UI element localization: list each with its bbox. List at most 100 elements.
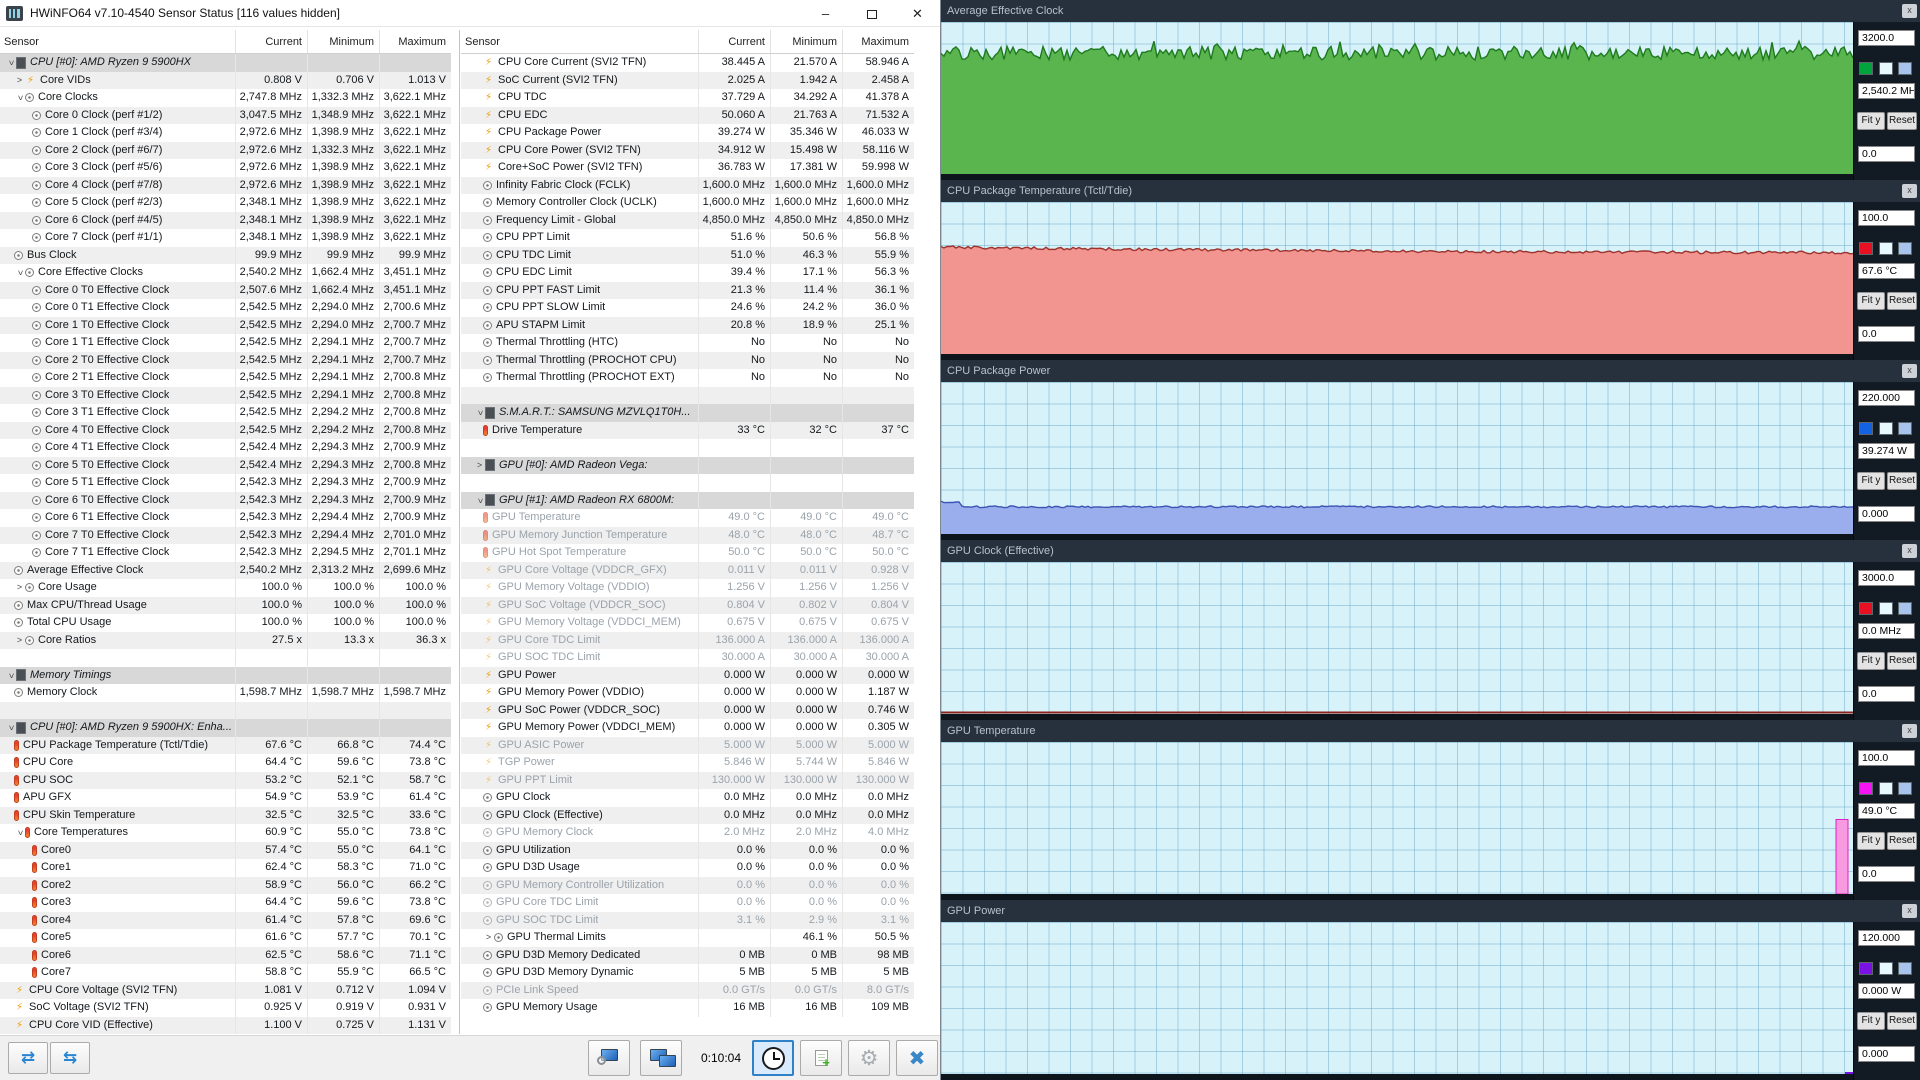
graph-close-button[interactable]: x: [1902, 544, 1917, 558]
expander-closed-icon[interactable]: >: [474, 457, 485, 475]
sensor-row[interactable]: CPU Core64.4 °C59.6 °C73.8 °C: [0, 754, 451, 772]
series-color-swatch[interactable]: [1859, 62, 1873, 75]
sensor-row[interactable]: CPU Skin Temperature32.5 °C32.5 °C33.6 °…: [0, 807, 451, 825]
scale-min-input[interactable]: 0.0: [1858, 146, 1915, 162]
series-color-swatch[interactable]: [1859, 242, 1873, 255]
sensor-row[interactable]: ⚡CPU Core Current (SVI2 TFN)38.445 A21.5…: [461, 54, 914, 72]
sensor-row[interactable]: Core 6 T0 Effective Clock2,542.3 MHz2,29…: [0, 492, 451, 510]
graph-plot[interactable]: [941, 922, 1853, 1074]
sensor-row[interactable]: ⚡GPU Memory Voltage (VDDIO)1.256 V1.256 …: [461, 579, 914, 597]
graph-plot[interactable]: [941, 382, 1853, 534]
expander-closed-icon[interactable]: >: [483, 929, 494, 947]
sensor-row[interactable]: Total CPU Usage100.0 %100.0 %100.0 %: [0, 614, 451, 632]
sensor-row[interactable]: GPU Clock0.0 MHz0.0 MHz0.0 MHz: [461, 789, 914, 807]
sensor-row[interactable]: Core 3 T1 Effective Clock2,542.5 MHz2,29…: [0, 404, 451, 422]
plot-background-swatch[interactable]: [1879, 782, 1893, 795]
sensor-row[interactable]: Drive Temperature33 °C32 °C37 °C: [461, 422, 914, 440]
series-color-swatch[interactable]: [1859, 602, 1873, 615]
sensor-row[interactable]: Core 1 T1 Effective Clock2,542.5 MHz2,29…: [0, 334, 451, 352]
sensor-row[interactable]: ⚡GPU Core Voltage (VDDCR_GFX)0.011 V0.01…: [461, 562, 914, 580]
sensor-row[interactable]: Core 3 Clock (perf #5/6)2,972.6 MHz1,398…: [0, 159, 451, 177]
scale-max-input[interactable]: 220.000: [1858, 390, 1915, 406]
sensor-row[interactable]: ⚡GPU SoC Voltage (VDDCR_SOC)0.804 V0.802…: [461, 597, 914, 615]
grid-color-swatch[interactable]: [1898, 62, 1912, 75]
sensor-row[interactable]: CPU SOC53.2 °C52.1 °C58.7 °C: [0, 772, 451, 790]
sensor-row[interactable]: Max CPU/Thread Usage100.0 %100.0 %100.0 …: [0, 597, 451, 615]
current-value-box[interactable]: 0.0 MHz: [1858, 623, 1915, 639]
expander-open-icon[interactable]: >: [11, 92, 29, 103]
sensor-row[interactable]: >Core Temperatures60.9 °C55.0 °C73.8 °C: [0, 824, 451, 842]
logging-report-button[interactable]: +: [800, 1040, 842, 1076]
grid-color-swatch[interactable]: [1898, 242, 1912, 255]
expander-open-icon[interactable]: >: [471, 407, 489, 418]
reorder-arrows-alt-button[interactable]: ⇆: [50, 1042, 90, 1074]
graph-titlebar[interactable]: GPU Clock (Effective)x: [941, 540, 1920, 562]
sensor-row[interactable]: >Core Ratios27.5 x13.3 x36.3 x: [0, 632, 451, 650]
sensor-row[interactable]: Bus Clock99.9 MHz99.9 MHz99.9 MHz: [0, 247, 451, 265]
graph-titlebar[interactable]: GPU Temperaturex: [941, 720, 1920, 742]
sensor-row[interactable]: Core 2 Clock (perf #6/7)2,972.6 MHz1,332…: [0, 142, 451, 160]
sensor-row[interactable]: ⚡CPU EDC50.060 A21.763 A71.532 A: [461, 107, 914, 125]
current-value-box[interactable]: 2,540.2 MHz: [1858, 83, 1915, 99]
sensor-row[interactable]: GPU Memory Controller Utilization0.0 %0.…: [461, 877, 914, 895]
section-row[interactable]: >GPU [#1]: AMD Radeon RX 6800M:: [461, 492, 914, 510]
sensor-row[interactable]: GPU D3D Memory Dynamic5 MB5 MB5 MB: [461, 964, 914, 982]
scale-min-input[interactable]: 0.0: [1858, 686, 1915, 702]
sensor-row[interactable]: ⚡GPU SoC Power (VDDCR_SOC)0.000 W0.000 W…: [461, 702, 914, 720]
sensor-row[interactable]: Core 2 T1 Effective Clock2,542.5 MHz2,29…: [0, 369, 451, 387]
remote-monitoring-button[interactable]: [640, 1040, 682, 1076]
section-row[interactable]: >GPU [#0]: AMD Radeon Vega:: [461, 457, 914, 475]
sensor-row[interactable]: ⚡GPU Core TDC Limit136.000 A136.000 A136…: [461, 632, 914, 650]
sensor-row[interactable]: ⚡GPU ASIC Power5.000 W5.000 W5.000 W: [461, 737, 914, 755]
sensor-row[interactable]: Core057.4 °C55.0 °C64.1 °C: [0, 842, 451, 860]
sensor-row[interactable]: ⚡GPU PPT Limit130.000 W130.000 W130.000 …: [461, 772, 914, 790]
sensor-row[interactable]: Core 3 T0 Effective Clock2,542.5 MHz2,29…: [0, 387, 451, 405]
expander-closed-icon[interactable]: >: [14, 632, 25, 650]
sensor-row[interactable]: ⚡SoC Voltage (SVI2 TFN)0.925 V0.919 V0.9…: [0, 999, 451, 1017]
sensor-row[interactable]: GPU Temperature49.0 °C49.0 °C49.0 °C: [461, 509, 914, 527]
sensor-row[interactable]: ⚡GPU Memory Power (VDDIO)0.000 W0.000 W1…: [461, 684, 914, 702]
quit-button[interactable]: ✖: [896, 1040, 938, 1076]
sensor-row[interactable]: >Core Clocks2,747.8 MHz1,332.3 MHz3,622.…: [0, 89, 451, 107]
grid-color-swatch[interactable]: [1898, 602, 1912, 615]
plot-background-swatch[interactable]: [1879, 602, 1893, 615]
sensor-row[interactable]: GPU SOC TDC Limit3.1 %2.9 %3.1 %: [461, 912, 914, 930]
sensor-row[interactable]: Core 1 Clock (perf #3/4)2,972.6 MHz1,398…: [0, 124, 451, 142]
grid-color-swatch[interactable]: [1898, 422, 1912, 435]
sensor-row[interactable]: Core 5 T0 Effective Clock2,542.4 MHz2,29…: [0, 457, 451, 475]
sensor-row[interactable]: >⚡Core VIDs0.808 V0.706 V1.013 V: [0, 72, 451, 90]
sensor-row[interactable]: >GPU Thermal Limits46.1 %50.5 %: [461, 929, 914, 947]
graph-titlebar[interactable]: CPU Package Temperature (Tctl/Tdie)x: [941, 180, 1920, 202]
fit-y-button[interactable]: Fit y: [1857, 112, 1885, 130]
graph-plot[interactable]: [941, 22, 1853, 174]
sensor-row[interactable]: ⚡SoC Current (SVI2 TFN)2.025 A1.942 A2.4…: [461, 72, 914, 90]
sensor-row[interactable]: ⚡GPU Memory Voltage (VDDCI_MEM)0.675 V0.…: [461, 614, 914, 632]
graph-plot[interactable]: [941, 202, 1853, 354]
sensor-row[interactable]: CPU TDC Limit51.0 %46.3 %55.9 %: [461, 247, 914, 265]
expander-closed-icon[interactable]: >: [14, 72, 25, 90]
sensor-row[interactable]: Core 1 T0 Effective Clock2,542.5 MHz2,29…: [0, 317, 451, 335]
series-color-swatch[interactable]: [1859, 782, 1873, 795]
sensor-row[interactable]: ⚡CPU Core Power (SVI2 TFN)34.912 W15.498…: [461, 142, 914, 160]
sensor-row[interactable]: Memory Clock1,598.7 MHz1,598.7 MHz1,598.…: [0, 684, 451, 702]
sensor-row[interactable]: Core 7 T0 Effective Clock2,542.3 MHz2,29…: [0, 527, 451, 545]
column-header-sensor[interactable]: Sensor: [0, 30, 235, 53]
sensor-row[interactable]: ⚡GPU SOC TDC Limit30.000 A30.000 A30.000…: [461, 649, 914, 667]
sensor-row[interactable]: Core258.9 °C56.0 °C66.2 °C: [0, 877, 451, 895]
close-button[interactable]: ✕: [895, 0, 940, 27]
sensor-row[interactable]: Core461.4 °C57.8 °C69.6 °C: [0, 912, 451, 930]
reset-button[interactable]: Reset: [1887, 652, 1917, 670]
plot-background-swatch[interactable]: [1879, 422, 1893, 435]
scale-max-input[interactable]: 100.0: [1858, 750, 1915, 766]
section-row[interactable]: >CPU [#0]: AMD Ryzen 9 5900HX: [0, 54, 451, 72]
sensor-row[interactable]: >Core Effective Clocks2,540.2 MHz1,662.4…: [0, 264, 451, 282]
sensor-row[interactable]: ⚡TGP Power5.846 W5.744 W5.846 W: [461, 754, 914, 772]
sensor-row[interactable]: Core662.5 °C58.6 °C71.1 °C: [0, 947, 451, 965]
column-header-current[interactable]: Current: [235, 30, 307, 53]
clock-button[interactable]: [752, 1040, 794, 1076]
graph-titlebar[interactable]: Average Effective Clockx: [941, 0, 1920, 22]
graph-close-button[interactable]: x: [1902, 364, 1917, 378]
sensor-row[interactable]: Core162.4 °C58.3 °C71.0 °C: [0, 859, 451, 877]
current-value-box[interactable]: 49.0 °C: [1858, 803, 1915, 819]
expander-open-icon[interactable]: >: [11, 827, 29, 838]
